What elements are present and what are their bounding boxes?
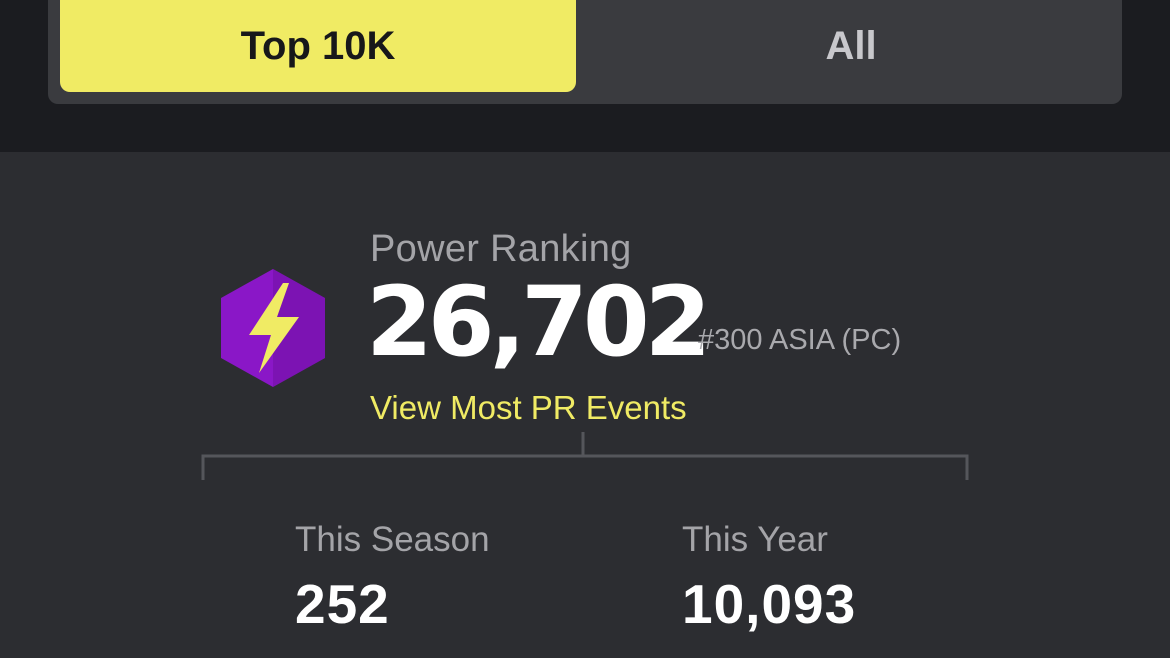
view-most-pr-events-link[interactable]: View Most PR Events xyxy=(370,389,687,427)
this-year-value: 10,093 xyxy=(682,573,857,635)
tab-top-10k[interactable]: Top 10K xyxy=(60,0,576,92)
this-year-label: This Year xyxy=(682,520,828,559)
this-season-value: 252 xyxy=(295,573,390,635)
lightning-bolt-hexagon-icon xyxy=(221,269,325,387)
regional-rank: #300 ASIA (PC) xyxy=(698,324,902,356)
power-ranking-title: Power Ranking xyxy=(370,228,632,270)
tab-top-10k-label: Top 10K xyxy=(240,23,396,68)
ranking-filter-tabs: Top 10K All xyxy=(48,0,1122,104)
tab-all[interactable]: All xyxy=(588,0,1114,92)
stats-bracket-divider xyxy=(201,432,969,480)
tab-all-label: All xyxy=(825,23,877,68)
this-season-label: This Season xyxy=(295,520,490,559)
power-ranking-value: 26,702 xyxy=(366,266,711,378)
